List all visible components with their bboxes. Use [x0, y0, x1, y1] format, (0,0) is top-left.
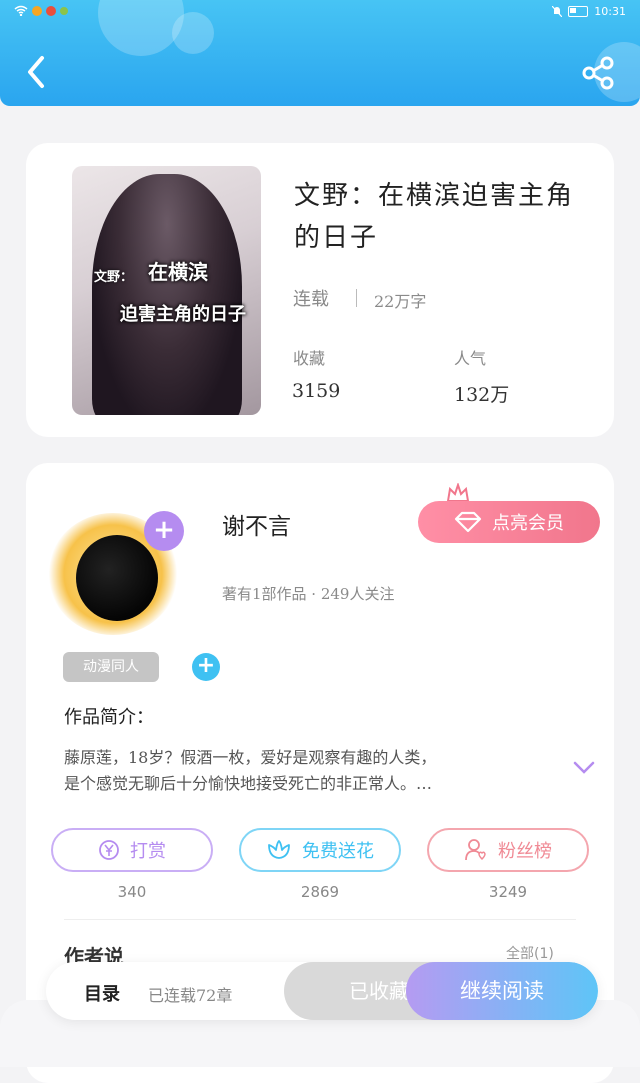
fan-count: 3249: [488, 883, 528, 901]
tip-count: 340: [117, 883, 147, 901]
send-flower-button[interactable]: 免费送花: [239, 828, 401, 872]
chevron-left-icon: [28, 56, 44, 88]
fan-ranking-button[interactable]: 粉丝榜: [427, 828, 589, 872]
continue-reading-button[interactable]: 继续阅读: [406, 962, 598, 1020]
author-says-all-link[interactable]: 全部(1): [506, 943, 554, 963]
tip-button-label: 打赏: [130, 841, 166, 862]
vip-button-label: 点亮会员: [492, 513, 564, 534]
book-cover[interactable]: 在横滨 文野： 迫害主角的日子: [72, 166, 261, 415]
cover-title-line2: 迫害主角的日子: [120, 304, 246, 325]
popularity-label: 人气: [454, 349, 487, 368]
collect-label: 收藏: [293, 349, 326, 368]
follow-author-button[interactable]: +: [144, 511, 184, 551]
yen-icon: [99, 840, 119, 860]
intro-line: 藤原莲，18岁？假酒一枚，爱好是观察有趣的人类，: [64, 748, 437, 767]
toc-button[interactable]: 目录: [84, 980, 120, 1006]
status-icons-right: 10:31: [552, 5, 626, 18]
section-divider: [64, 919, 576, 920]
avatar-image: [76, 535, 158, 621]
bottom-action-bar: 目录 已连载72章 已收藏 继续阅读: [46, 962, 598, 1020]
crown-icon: [446, 483, 470, 502]
back-button[interactable]: [20, 52, 56, 92]
diamond-icon: [454, 511, 482, 533]
author-meta: 著有1部作品 · 249人关注: [222, 585, 395, 603]
mute-icon: [552, 6, 563, 17]
wifi-icon: [14, 5, 28, 16]
flower-icon: [268, 840, 290, 859]
cover-title-line1: 在横滨: [148, 260, 208, 284]
vip-button[interactable]: 点亮会员: [418, 501, 600, 543]
status-icons-left: [14, 5, 68, 16]
genre-tag[interactable]: 动漫同人: [63, 652, 159, 682]
add-tag-button[interactable]: +: [192, 653, 220, 681]
battery-icon: [568, 6, 589, 17]
app-notification-icon-3: [60, 6, 68, 15]
intro-text[interactable]: 藤原莲，18岁？假酒一枚，爱好是观察有趣的人类， 是个感觉无聊后十分愉快地接受死…: [64, 745, 564, 797]
divider: [356, 289, 357, 307]
flower-count: 2869: [300, 883, 340, 901]
popularity-count: 132万: [454, 384, 510, 406]
send-flower-label: 免费送花: [302, 841, 374, 862]
tip-button[interactable]: 打赏: [51, 828, 213, 872]
cover-title-small: 文野：: [94, 270, 134, 285]
share-icon: [582, 56, 614, 90]
status-bar: 10:31: [0, 2, 640, 22]
app-notification-icon-2: [46, 5, 56, 16]
collect-count: 3159: [292, 380, 341, 402]
book-title: 文野：在横滨迫害主角的日子: [294, 181, 575, 253]
app-notification-icon: [32, 5, 42, 16]
cover-illustration: [92, 174, 242, 415]
share-button[interactable]: [580, 54, 618, 92]
author-name[interactable]: 谢不言: [222, 507, 291, 541]
fans-icon: [465, 839, 486, 861]
book-status: 连载: [293, 289, 329, 310]
chevron-down-icon[interactable]: [572, 760, 596, 776]
app-header: 10:31: [0, 0, 640, 106]
intro-title: 作品简介：: [64, 707, 154, 728]
book-info-card: 在横滨 文野： 迫害主角的日子 文野：在横滨迫害主角的日子 连载 22万字 收藏…: [26, 143, 614, 437]
intro-line: 是个感觉无聊后十分愉快地接受死亡的非正常人。…: [64, 774, 433, 793]
fan-ranking-label: 粉丝榜: [498, 841, 552, 862]
chapter-count: 已连载72章: [148, 986, 233, 1005]
status-time: 10:31: [594, 5, 626, 18]
book-word-count: 22万字: [374, 292, 427, 311]
